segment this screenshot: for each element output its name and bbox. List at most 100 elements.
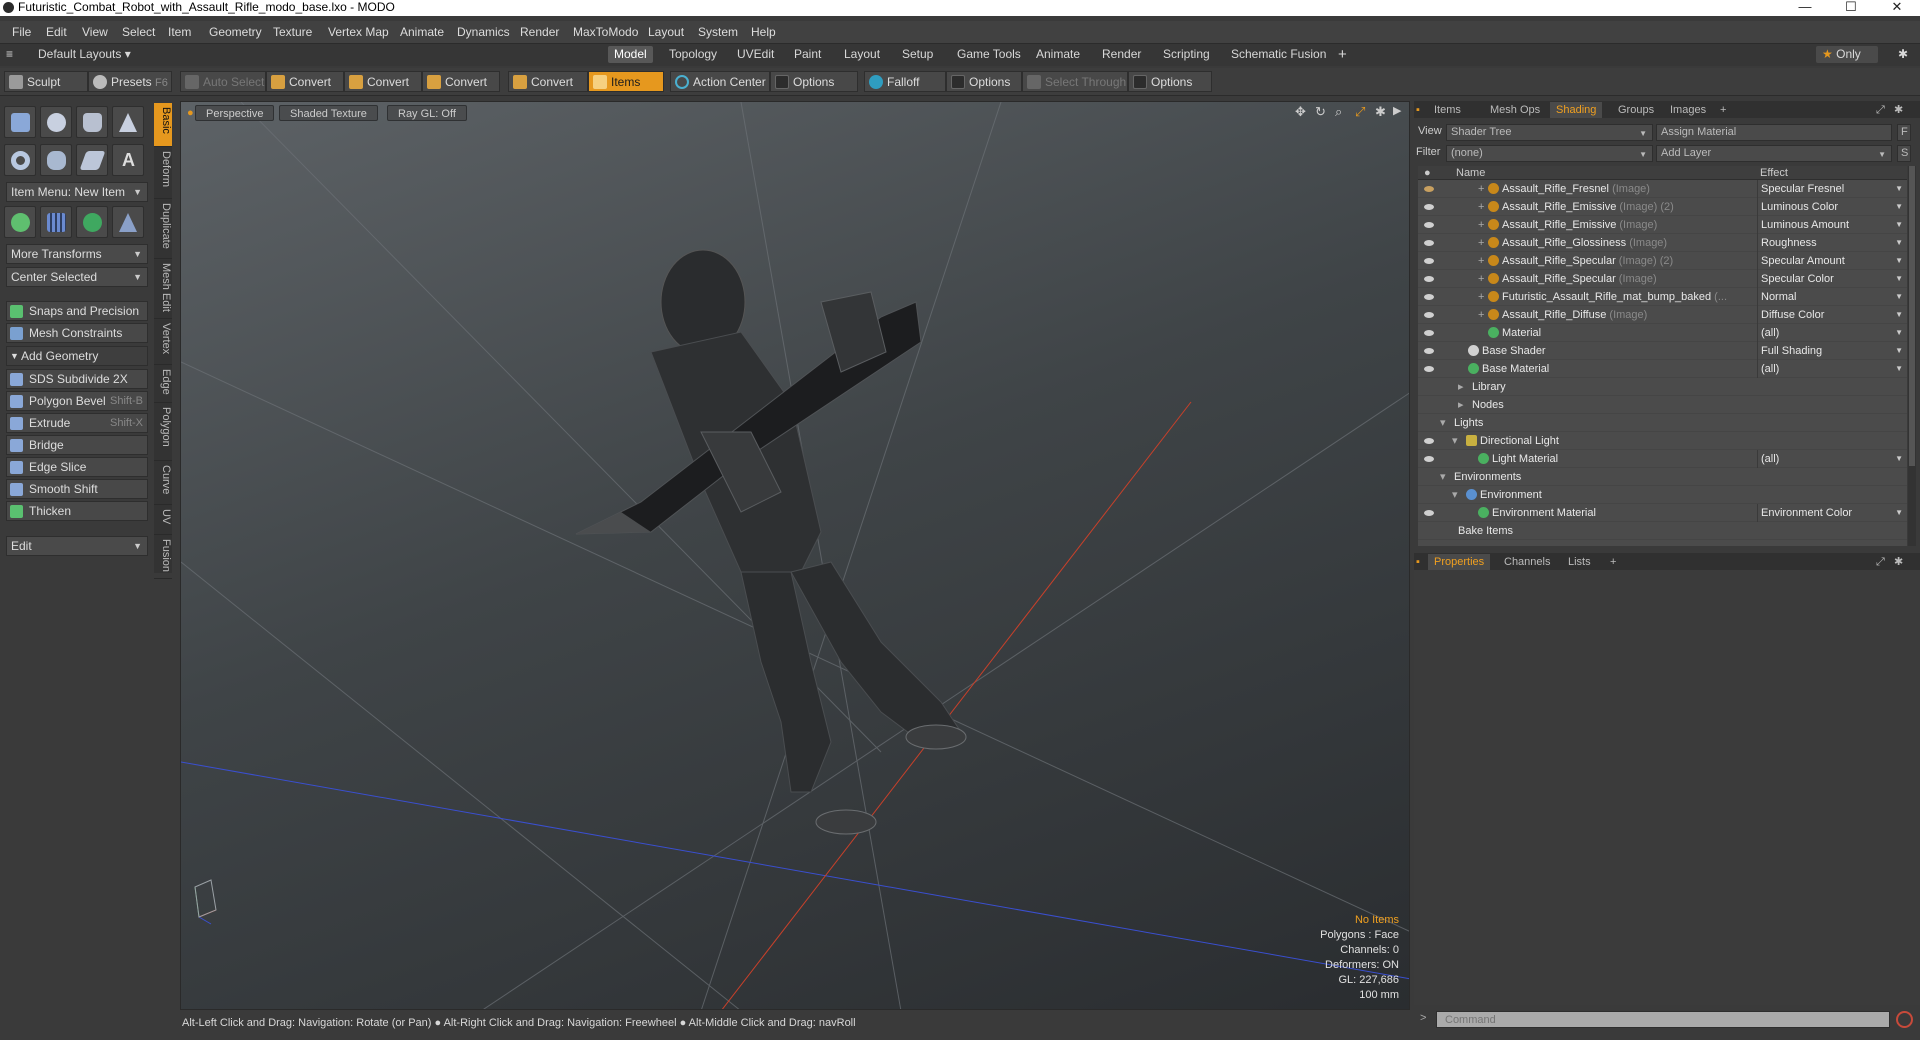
tree-scrollbar[interactable]: [1908, 166, 1916, 546]
menu-vertex-map[interactable]: Vertex Map: [328, 25, 389, 39]
close-button[interactable]: ✕: [1880, 0, 1914, 16]
add-panel-tab-button[interactable]: +: [1714, 102, 1732, 118]
gear-icon[interactable]: ✱: [1892, 46, 1914, 63]
sphere-tool-button[interactable]: [40, 106, 72, 138]
vtab-polygon[interactable]: Polygon: [154, 403, 172, 461]
tab-lists[interactable]: Lists: [1562, 554, 1597, 570]
sds-subdivide-button[interactable]: SDS Subdivide 2X: [6, 369, 148, 389]
rotate-icon[interactable]: ↻: [1315, 104, 1326, 120]
tree-row[interactable]: + Assault_Rifle_Specular (Image) Specular …: [1418, 270, 1907, 288]
brush-icon[interactable]: [1424, 186, 1434, 192]
eye-icon[interactable]: [1424, 330, 1434, 336]
eye-icon[interactable]: [1424, 294, 1434, 300]
mesh-grid-tool-button[interactable]: [40, 206, 72, 238]
tree-row[interactable]: ▾ Environments: [1418, 468, 1907, 486]
minimize-button[interactable]: —: [1788, 0, 1822, 16]
tree-row[interactable]: Base Material (all) ▼: [1418, 360, 1907, 378]
falloff-button[interactable]: Falloff: [864, 71, 946, 92]
tab-schematic-fusion[interactable]: Schematic Fusion: [1225, 46, 1332, 63]
cube-tool-button[interactable]: [4, 106, 36, 138]
tree-row[interactable]: + Futuristic_Assault_Rifle_mat_bump_baked…: [1418, 288, 1907, 306]
menu-maxtomodo[interactable]: MaxToModo: [573, 25, 638, 39]
effect-dropdown[interactable]: Environment Color ▼: [1757, 504, 1907, 522]
menu-dynamics[interactable]: Dynamics: [457, 25, 510, 39]
tree-row[interactable]: ▾ Lights: [1418, 414, 1907, 432]
3d-viewport[interactable]: ● Perspective Shaded Texture Ray GL: Off…: [180, 101, 1410, 1010]
pan-icon[interactable]: ✥: [1295, 104, 1306, 120]
vtab-uv[interactable]: UV: [154, 505, 172, 535]
effect-dropdown[interactable]: (all) ▼: [1757, 360, 1907, 378]
add-tab-button[interactable]: +: [1332, 46, 1353, 63]
tree-row[interactable]: + Assault_Rifle_Fresnel (Image) Specular F…: [1418, 180, 1907, 198]
tree-row[interactable]: ▾ Directional Light: [1418, 432, 1907, 450]
tree-row[interactable]: + Assault_Rifle_Diffuse (Image) Diffuse Co…: [1418, 306, 1907, 324]
menu-render[interactable]: Render: [520, 25, 559, 39]
action-center-options-button[interactable]: Options: [770, 71, 858, 92]
menu-texture[interactable]: Texture: [273, 25, 312, 39]
pen-tool-button[interactable]: [76, 144, 108, 176]
command-input[interactable]: [1436, 1011, 1890, 1028]
polygon-bevel-button[interactable]: Polygon Bevel Shift-B: [6, 391, 148, 411]
action-center-button[interactable]: Action Center: [670, 71, 770, 92]
convert-edges-button[interactable]: Convert: [344, 71, 422, 92]
pyramid-tool-button[interactable]: [112, 206, 144, 238]
shaded-texture-button[interactable]: Shaded Texture: [279, 105, 378, 121]
tab-topology[interactable]: Topology: [663, 46, 723, 63]
folder-arrow-icon[interactable]: ▸: [1458, 378, 1464, 396]
select-through-button[interactable]: Select Through: [1022, 71, 1128, 92]
edit-dropdown[interactable]: Edit ▼: [6, 536, 148, 556]
expand-icon[interactable]: +: [1478, 234, 1484, 252]
name-column-header[interactable]: Name: [1456, 166, 1485, 180]
add-layer-dropdown[interactable]: Add Layer ▼: [1656, 145, 1892, 162]
add-geometry-header[interactable]: ▼ Add Geometry: [6, 346, 148, 366]
eye-icon[interactable]: [1424, 312, 1434, 318]
ray-gl-button[interactable]: Ray GL: Off: [387, 105, 467, 121]
tab-shading[interactable]: Shading: [1550, 102, 1603, 118]
maximize-button[interactable]: ☐: [1834, 0, 1868, 16]
vtab-fusion[interactable]: Fusion: [154, 535, 172, 579]
tab-mesh-ops[interactable]: Mesh Ops: [1484, 102, 1546, 118]
tree-row[interactable]: Light Material (all) ▼: [1418, 450, 1907, 468]
falloff-options-button[interactable]: Options: [946, 71, 1022, 92]
tab-properties[interactable]: Properties: [1428, 554, 1491, 570]
eye-icon[interactable]: [1424, 222, 1434, 228]
effect-dropdown[interactable]: (all) ▼: [1757, 324, 1907, 342]
expand-icon[interactable]: +: [1478, 252, 1484, 270]
tab-uvedit[interactable]: UVEdit: [731, 46, 780, 63]
view-dropdown[interactable]: Shader Tree ▼: [1446, 124, 1653, 141]
vtab-mesh-edit[interactable]: Mesh Edit: [154, 259, 172, 319]
tab-animate[interactable]: Animate: [1030, 46, 1086, 63]
menu-item[interactable]: Item: [168, 25, 191, 39]
cylinder-tool-button[interactable]: [76, 106, 108, 138]
eye-icon[interactable]: [1424, 456, 1434, 462]
menu-system[interactable]: System: [698, 25, 738, 39]
menu-view[interactable]: View: [82, 25, 108, 39]
viewport-gear-icon[interactable]: ✱: [1375, 104, 1386, 120]
tree-row[interactable]: ▸ Library: [1418, 378, 1907, 396]
tab-setup[interactable]: Setup: [896, 46, 939, 63]
panel-gear-icon[interactable]: ✱: [1888, 102, 1909, 118]
collapse-arrow-icon[interactable]: ▾: [1440, 414, 1446, 432]
tab-paint[interactable]: Paint: [788, 46, 827, 63]
zoom-icon[interactable]: ⌕: [1335, 104, 1342, 120]
tab-model[interactable]: Model: [608, 46, 653, 63]
torus-tool-button[interactable]: [4, 144, 36, 176]
vtab-edge[interactable]: Edge: [154, 365, 172, 403]
effect-dropdown[interactable]: Specular Fresnel ▼: [1757, 180, 1907, 198]
convert-polygons-button[interactable]: Convert: [422, 71, 500, 92]
expand-icon[interactable]: +: [1478, 306, 1484, 324]
panel-menu-icon[interactable]: ▪: [1416, 554, 1420, 570]
snaps-precision-button[interactable]: Snaps and Precision: [6, 301, 148, 321]
tab-scripting[interactable]: Scripting: [1157, 46, 1216, 63]
tab-layout[interactable]: Layout: [838, 46, 886, 63]
locator-tool-button[interactable]: [4, 206, 36, 238]
effect-dropdown[interactable]: Full Shading ▼: [1757, 342, 1907, 360]
s-button[interactable]: S: [1897, 145, 1911, 162]
extrude-button[interactable]: Extrude Shift-X: [6, 413, 148, 433]
fit-icon[interactable]: ⤢: [1355, 104, 1365, 120]
expand-icon[interactable]: +: [1478, 288, 1484, 306]
effect-dropdown[interactable]: Specular Amount ▼: [1757, 252, 1907, 270]
tree-row[interactable]: + Assault_Rifle_Specular (Image) (2) Specu…: [1418, 252, 1907, 270]
assign-material-button[interactable]: Assign Material: [1656, 124, 1892, 141]
tab-groups[interactable]: Groups: [1612, 102, 1660, 118]
